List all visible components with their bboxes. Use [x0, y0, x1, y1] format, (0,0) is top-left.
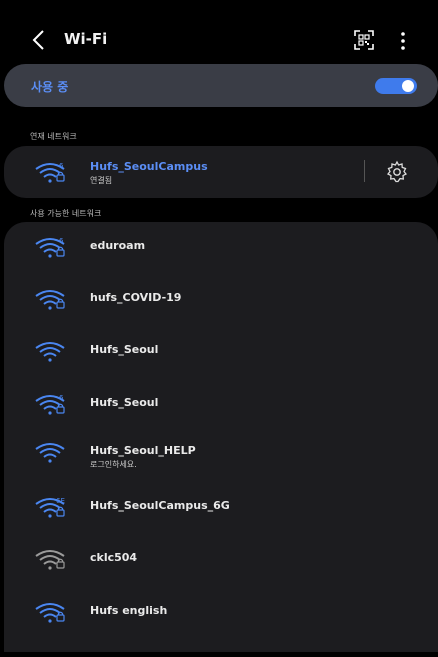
gear-icon[interactable]	[385, 160, 409, 184]
network-name: Hufs_Seoul	[90, 396, 159, 409]
network-row[interactable]	[4, 229, 438, 273]
switch-knob	[402, 80, 414, 92]
svg-text:6: 6	[59, 162, 64, 170]
network-name: Hufs_Seoul	[90, 343, 159, 356]
network-name: eduroam	[90, 239, 146, 252]
network-row[interactable]	[4, 434, 438, 478]
svg-text:6: 6	[59, 237, 64, 245]
wifi-icon	[35, 603, 65, 623]
wifi-icon: 6E	[35, 497, 65, 518]
network-name: hufs_COVID-19	[90, 291, 182, 304]
wifi-icon: 6	[35, 394, 65, 415]
network-row[interactable]	[4, 541, 438, 585]
page-title: Wi-Fi	[64, 30, 108, 48]
qr-code-icon[interactable]	[354, 30, 374, 50]
current-network-card[interactable]	[4, 146, 438, 198]
wifi-icon	[35, 550, 65, 570]
wifi-icon: 6	[35, 237, 65, 258]
network-name: Hufs_SeoulCampus_6G	[90, 499, 230, 512]
network-row[interactable]	[4, 386, 438, 430]
wifi-icon	[35, 443, 65, 463]
wifi-icon: 6	[35, 162, 65, 183]
section-current-network: 연재 네트워크	[30, 132, 77, 141]
network-row[interactable]	[4, 281, 438, 325]
network-name: Hufs english	[90, 604, 168, 617]
network-row[interactable]	[4, 333, 438, 377]
network-name: Hufs_Seoul_HELP	[90, 444, 196, 457]
network-row[interactable]	[4, 594, 438, 638]
current-network-status: 연결됨	[90, 176, 113, 185]
wifi-icon	[35, 290, 65, 310]
wifi-toggle-row[interactable]: 사용 중	[4, 64, 438, 107]
wifi-toggle-label: 사용 중	[31, 80, 69, 94]
wifi-switch[interactable]	[375, 78, 417, 94]
network-name: cklc504	[90, 551, 138, 564]
divider	[364, 160, 365, 182]
network-subtitle: 로그인하세요.	[90, 460, 137, 469]
more-vertical-icon[interactable]	[395, 30, 411, 52]
current-network-name: Hufs_SeoulCampus	[90, 160, 208, 173]
wifi-icon	[35, 342, 65, 362]
section-available-networks: 사용 가능한 네트워크	[30, 209, 102, 218]
back-arrow-icon[interactable]	[28, 28, 50, 52]
svg-text:6E: 6E	[56, 497, 65, 505]
svg-text:6: 6	[59, 394, 64, 402]
